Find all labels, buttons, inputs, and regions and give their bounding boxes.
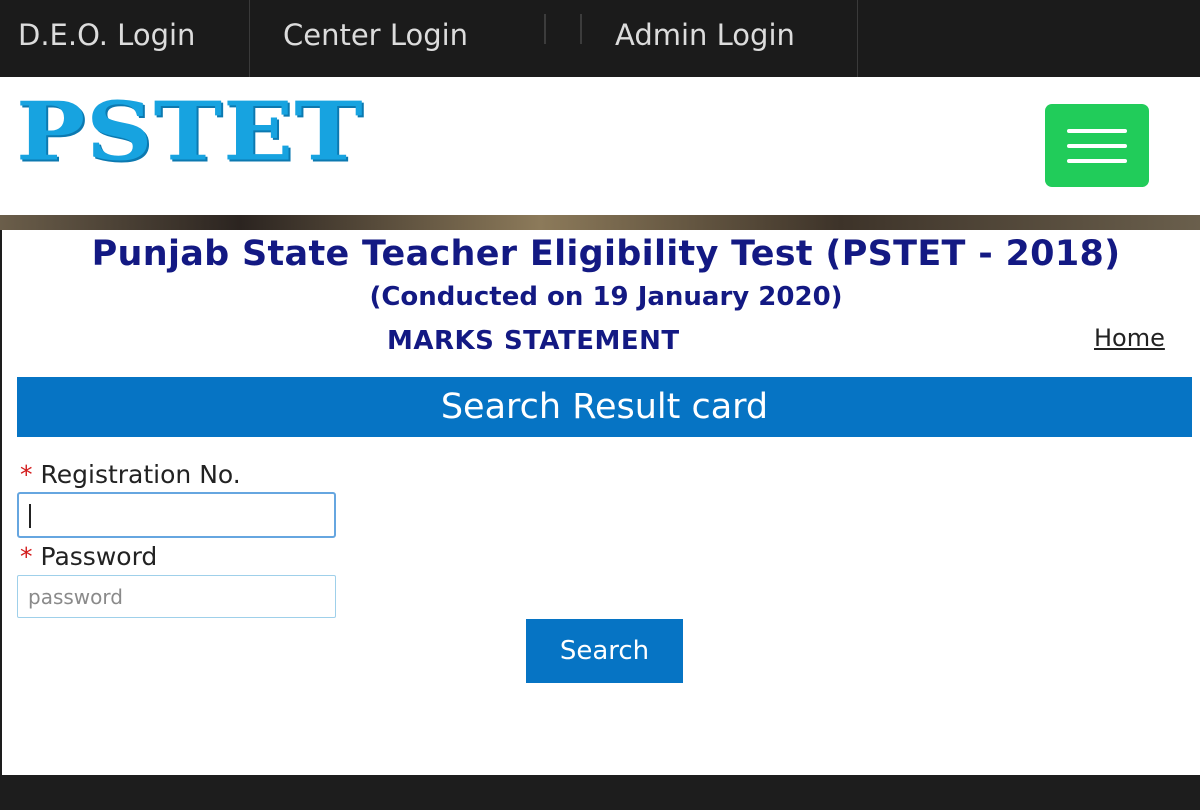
home-link[interactable]: Home — [1094, 324, 1165, 352]
page-title: Punjab State Teacher Eligibility Test (P… — [91, 234, 1121, 274]
registration-number-input[interactable] — [17, 492, 336, 538]
footer-bar — [0, 775, 1200, 810]
admin-login-link[interactable]: Admin Login — [615, 0, 795, 77]
nav-divider — [580, 14, 582, 44]
hamburger-menu-button[interactable] — [1045, 104, 1149, 187]
hamburger-menu-icon — [1067, 159, 1127, 163]
nav-divider — [249, 0, 250, 77]
section-heading: MARKS STATEMENT — [387, 326, 680, 356]
required-marker: * — [20, 542, 33, 571]
registration-label-text: Registration No. — [40, 460, 241, 489]
search-button[interactable]: Search — [526, 619, 683, 683]
site-header: PSTET — [0, 77, 1200, 215]
hamburger-menu-icon — [1067, 144, 1127, 148]
nav-divider — [857, 0, 858, 77]
hamburger-menu-icon — [1067, 129, 1127, 133]
search-panel-header: Search Result card — [17, 377, 1192, 437]
pstet-logo: PSTET — [16, 83, 364, 179]
top-navigation-bar: D.E.O. Login Center Login Admin Login — [0, 0, 1200, 77]
text-cursor — [29, 504, 31, 528]
password-label-text: Password — [40, 542, 158, 571]
decorative-banner-strip — [0, 215, 1200, 230]
registration-label: * Registration No. — [20, 460, 241, 489]
deo-login-link[interactable]: D.E.O. Login — [18, 0, 195, 77]
password-input[interactable] — [17, 575, 336, 618]
center-login-link[interactable]: Center Login — [283, 0, 468, 77]
main-content: Punjab State Teacher Eligibility Test (P… — [2, 230, 1200, 775]
page-subtitle: (Conducted on 19 January 2020) — [369, 282, 843, 312]
nav-divider — [544, 14, 546, 44]
required-marker: * — [20, 460, 33, 489]
password-label: * Password — [20, 542, 157, 571]
